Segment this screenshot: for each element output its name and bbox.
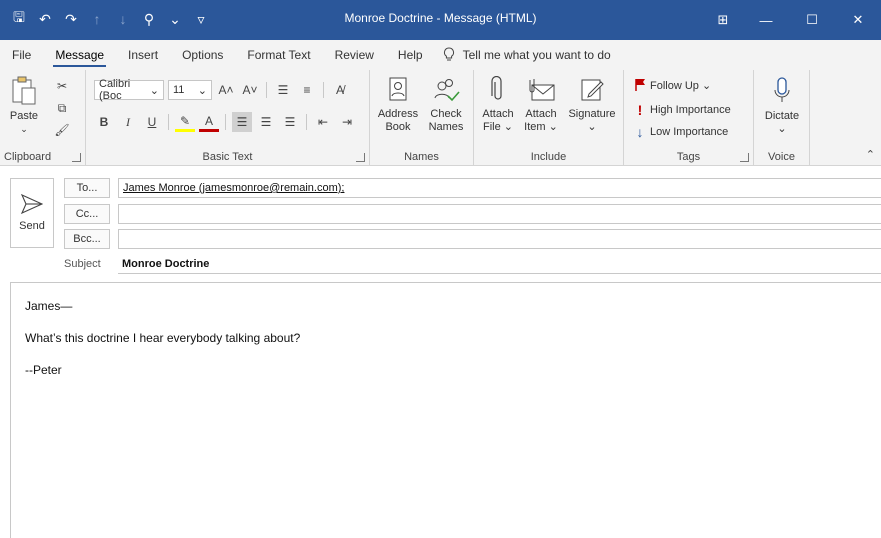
message-body[interactable]: James— What’s this doctrine I hear every… (10, 282, 881, 538)
decrease-indent-icon[interactable]: ⇤ (313, 112, 333, 132)
include-group: Attach File ⌄ Attach Item ⌄ Signature ⌄ … (474, 70, 624, 166)
tab-file[interactable]: File (0, 40, 43, 70)
ribbon: Paste ⌄ ✂ ⧉ 🖌 Clipboard Calibri (Boc ⌄ 11… (0, 70, 881, 166)
address-book-icon (389, 77, 407, 101)
grow-font-icon[interactable]: A˄ (216, 80, 236, 100)
tags-launcher-icon[interactable] (740, 153, 749, 162)
flag-icon (635, 79, 645, 91)
compose-area: Send To... James Monroe (jamesmonroe@rem… (0, 166, 881, 538)
down-arrow-icon: ↓ (636, 124, 644, 140)
numbering-icon[interactable]: ≡ (297, 80, 317, 100)
basic-text-group: Calibri (Boc ⌄ 11 ⌄ A˄ A˅ ☰ ≡ A̸ B I U ✎ A… (86, 70, 370, 166)
tell-me-search[interactable]: Tell me what you want to do (435, 47, 611, 63)
subject-label: Subject (64, 258, 101, 270)
include-label: Include (530, 151, 567, 163)
low-importance-button[interactable]: ↓ Low Importance (634, 124, 729, 140)
align-left-icon[interactable]: ☰ (232, 112, 252, 132)
send-icon (21, 194, 43, 214)
font-name-select[interactable]: Calibri (Boc ⌄ (94, 78, 164, 102)
voice-label: Voice (768, 151, 795, 163)
body-line: --Peter (25, 363, 62, 377)
format-row: B I U ✎ A ☰ ☰ ☰ ⇤ ⇥ (94, 112, 357, 132)
close-button[interactable]: ✕ (835, 0, 881, 40)
separator (168, 114, 169, 130)
to-field[interactable]: James Monroe (jamesmonroe@remain.com); (118, 178, 881, 198)
separator (266, 82, 267, 98)
paperclip-icon (491, 75, 502, 100)
maximize-button[interactable]: ☐ (789, 0, 835, 40)
paste-label: Paste (9, 110, 39, 122)
cc-field[interactable] (118, 204, 881, 224)
bcc-field[interactable] (118, 229, 881, 249)
tab-insert[interactable]: Insert (116, 40, 170, 70)
minimize-button[interactable]: — (743, 0, 789, 40)
check-names-button[interactable]: Check Names (424, 76, 468, 134)
increase-indent-icon[interactable]: ⇥ (337, 112, 357, 132)
names-label: Names (404, 151, 439, 163)
to-recipient[interactable]: James Monroe (jamesmonroe@remain.com); (123, 182, 344, 194)
ribbon-tabs: File Message Insert Options Format Text … (0, 40, 881, 70)
font-size-select[interactable]: 11 ⌄ (168, 80, 212, 100)
check-names-icon (434, 79, 460, 102)
separator (323, 82, 324, 98)
body-line: What’s this doctrine I hear everybody ta… (25, 331, 301, 345)
high-importance-button[interactable]: ! High Importance (634, 102, 731, 118)
tab-message[interactable]: Message (43, 40, 116, 70)
highlight-icon[interactable]: ✎ (175, 112, 195, 132)
clear-formatting-icon[interactable]: A̸ (330, 80, 350, 100)
attach-item-icon (529, 79, 555, 101)
font-color-icon[interactable]: A (199, 112, 219, 132)
attach-item-button[interactable]: Attach Item ⌄ (518, 76, 564, 134)
signature-icon (581, 79, 604, 101)
title-bar: 🖫 ↶ ↷ ↑ ↓ ⚲ ⌄ ▿ Monroe Doctrine - Messag… (0, 0, 881, 40)
signature-button[interactable]: Signature ⌄ (564, 76, 620, 134)
tab-review[interactable]: Review (323, 40, 386, 70)
tags-label: Tags (676, 151, 701, 163)
clipboard-group: Paste ⌄ ✂ ⧉ 🖌 Clipboard (0, 70, 86, 166)
tab-help[interactable]: Help (386, 40, 435, 70)
window-controls: ⊞ — ☐ ✕ (703, 0, 881, 40)
tab-format-text[interactable]: Format Text (235, 40, 322, 70)
send-label: Send (19, 220, 45, 232)
paste-icon (12, 76, 36, 105)
names-group: Address Book Check Names Names (370, 70, 474, 166)
address-book-button[interactable]: Address Book (376, 76, 420, 134)
clipboard-launcher-icon[interactable] (72, 153, 81, 162)
lightbulb-icon (443, 47, 454, 61)
tags-group: Follow Up ⌄ ! High Importance ↓ Low Impo… (624, 70, 754, 166)
shrink-font-icon[interactable]: A˅ (240, 80, 260, 100)
to-button[interactable]: To... (64, 178, 110, 198)
align-right-icon[interactable]: ☰ (280, 112, 300, 132)
attach-file-button[interactable]: Attach File ⌄ (478, 75, 518, 134)
copy-icon[interactable]: ⧉ (52, 98, 72, 118)
subject-field[interactable]: Monroe Doctrine (118, 254, 881, 274)
paste-button[interactable]: Paste ⌄ (6, 76, 42, 136)
font-row: Calibri (Boc ⌄ 11 ⌄ A˄ A˅ ☰ ≡ A̸ (94, 78, 350, 102)
bullets-icon[interactable]: ☰ (273, 80, 293, 100)
basic-text-launcher-icon[interactable] (356, 153, 365, 162)
align-center-icon[interactable]: ☰ (256, 112, 276, 132)
underline-button[interactable]: U (142, 112, 162, 132)
bold-button[interactable]: B (94, 112, 114, 132)
exclamation-icon: ! (637, 102, 643, 118)
collapse-ribbon-icon[interactable]: ⌃ (866, 148, 875, 161)
ribbon-display-options-icon[interactable]: ⊞ (703, 0, 743, 40)
body-line: James— (25, 299, 73, 313)
microphone-icon (774, 77, 790, 102)
follow-up-button[interactable]: Follow Up ⌄ (634, 78, 711, 92)
voice-group: Dictate ⌄ Voice (754, 70, 810, 166)
cut-icon[interactable]: ✂ (52, 76, 72, 96)
italic-button[interactable]: I (118, 112, 138, 132)
separator (306, 114, 307, 130)
tab-options[interactable]: Options (170, 40, 235, 70)
bcc-button[interactable]: Bcc... (64, 229, 110, 249)
separator (225, 114, 226, 130)
send-button[interactable]: Send (10, 178, 54, 248)
format-painter-icon[interactable]: 🖌 (52, 120, 72, 140)
basic-text-label: Basic Text (202, 151, 253, 163)
cc-button[interactable]: Cc... (64, 204, 110, 224)
dictate-button[interactable]: Dictate ⌄ (758, 76, 806, 136)
tell-me-text: Tell me what you want to do (462, 48, 611, 62)
